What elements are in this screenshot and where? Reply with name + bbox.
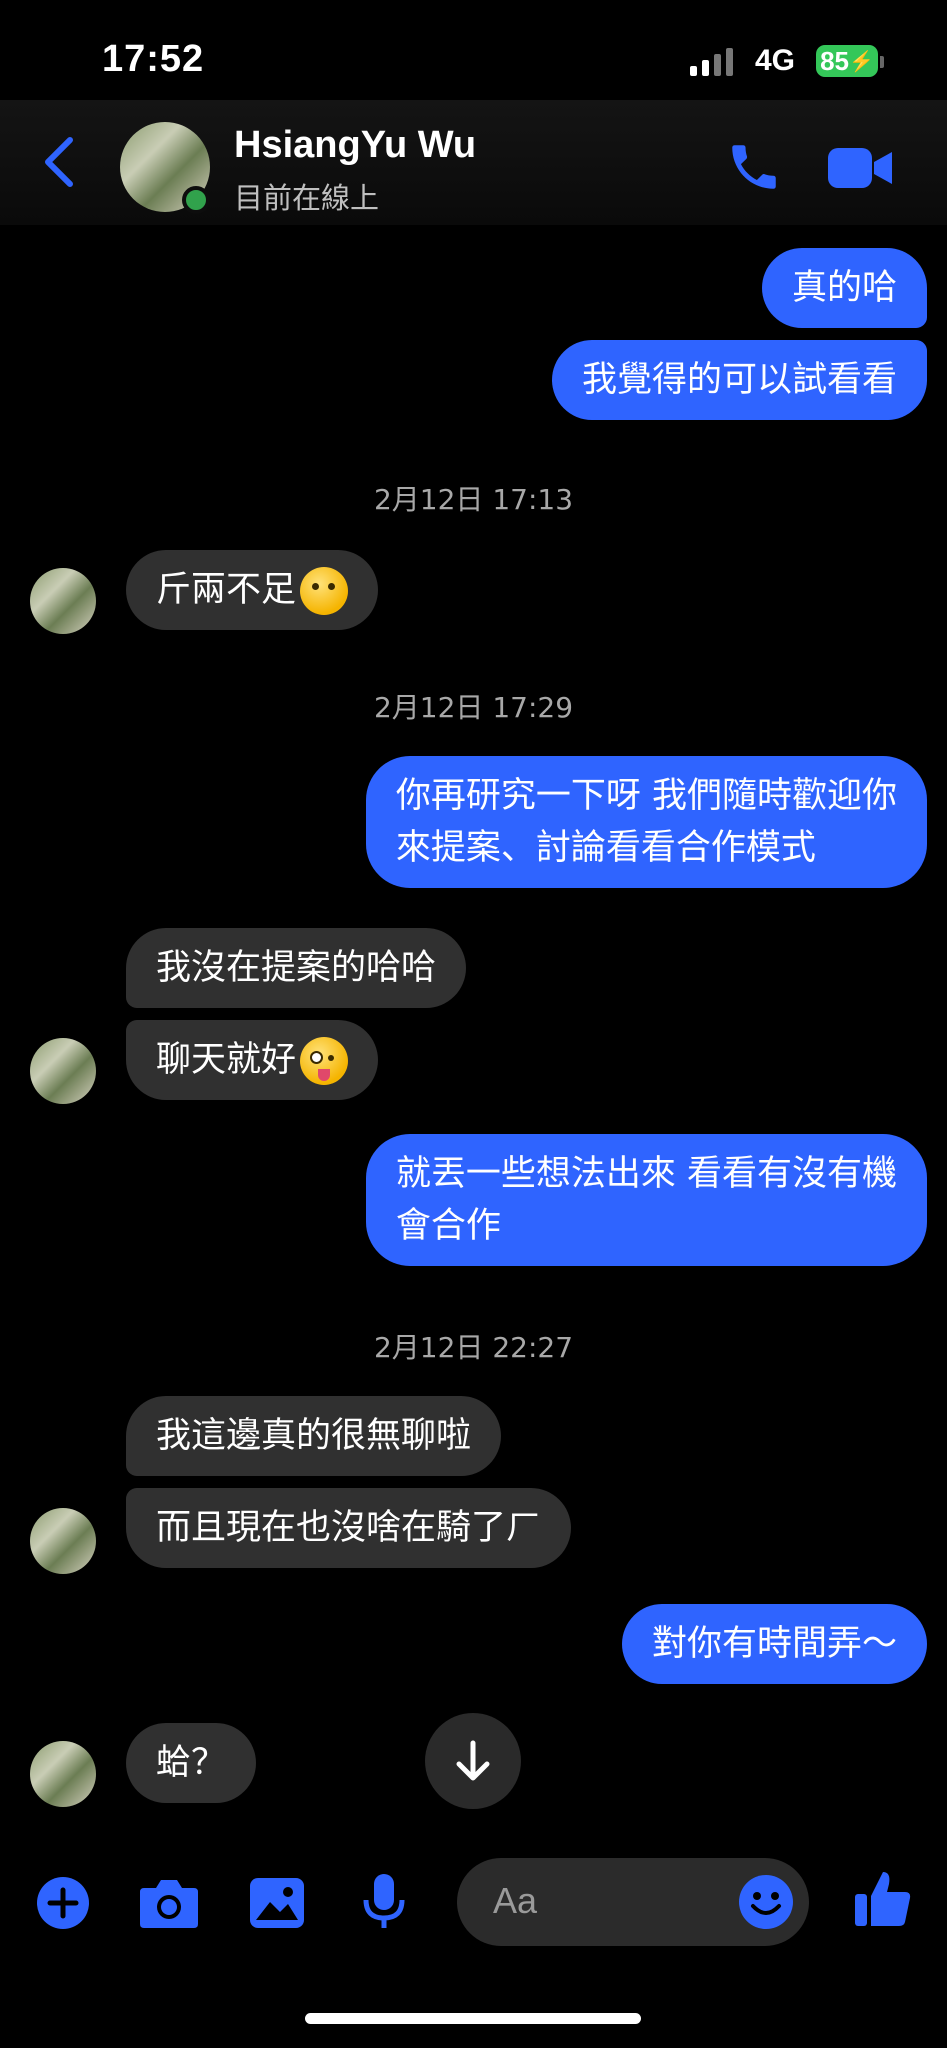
timestamp: 2月12日 22:27 bbox=[373, 1331, 574, 1364]
image-icon[interactable] bbox=[248, 1876, 306, 1934]
message-bubble-outgoing[interactable]: 你再研究一下呀 我們隨時歡迎你 來提案、討論看看合作模式 bbox=[365, 756, 927, 888]
message-text: 斤兩不足 bbox=[156, 570, 297, 610]
online-indicator bbox=[182, 186, 210, 214]
message-bubble-incoming[interactable]: 我沒在提案的哈哈 bbox=[126, 928, 467, 1008]
message-bubble-incoming[interactable]: 聊天就好 bbox=[126, 1020, 379, 1100]
scroll-to-bottom-button[interactable] bbox=[425, 1713, 521, 1809]
message-line: 就丟一些想法出來 看看有沒有機 bbox=[395, 1154, 897, 1194]
message-bubble-outgoing[interactable]: 就丟一些想法出來 看看有沒有機 會合作 bbox=[365, 1134, 927, 1266]
status-time: 17:52 bbox=[102, 38, 205, 80]
microphone-icon[interactable] bbox=[362, 1872, 406, 1936]
video-camera-icon[interactable] bbox=[826, 144, 894, 196]
message-line: 來提案、討論看看合作模式 bbox=[395, 828, 816, 868]
network-label: 4G bbox=[755, 44, 796, 77]
message-bubble-incoming[interactable]: 我這邊真的很無聊啦 bbox=[126, 1396, 502, 1476]
timestamp: 2月12日 17:29 bbox=[373, 691, 574, 724]
message-bubble-outgoing[interactable]: 真的哈 bbox=[761, 248, 927, 328]
melting-face-emoji bbox=[300, 567, 349, 615]
back-chevron-icon[interactable] bbox=[40, 134, 80, 194]
message-bubble-incoming[interactable]: 斤兩不足 bbox=[126, 550, 379, 630]
thumbs-up-icon[interactable] bbox=[853, 1868, 913, 1934]
message-line: 你再研究一下呀 我們隨時歡迎你 bbox=[395, 776, 897, 816]
contact-status: 目前在線上 bbox=[234, 181, 380, 215]
arrow-down-icon bbox=[456, 1740, 490, 1781]
battery-level: 85 bbox=[820, 45, 849, 76]
message-bubble-outgoing[interactable]: 我覺得的可以試看看 bbox=[551, 340, 927, 420]
message-bubble-incoming[interactable]: 而且現在也沒啥在騎了ㄏ bbox=[126, 1488, 572, 1568]
timestamp: 2月12日 17:13 bbox=[373, 483, 574, 516]
message-bubble-incoming[interactable]: 蛤？ bbox=[126, 1723, 257, 1803]
sender-avatar[interactable] bbox=[30, 568, 96, 634]
zany-face-emoji bbox=[300, 1037, 349, 1085]
message-input-placeholder: Aa bbox=[493, 1880, 538, 1921]
battery-icon: 85 ⚡ bbox=[816, 45, 878, 77]
emoji-icon[interactable] bbox=[738, 1874, 794, 1934]
message-bubble-outgoing[interactable]: 對你有時間弄～ bbox=[621, 1604, 927, 1684]
sender-avatar[interactable] bbox=[30, 1038, 96, 1104]
camera-icon[interactable] bbox=[138, 1876, 200, 1934]
plus-icon[interactable] bbox=[36, 1876, 90, 1934]
message-line: 會合作 bbox=[395, 1206, 501, 1246]
battery-cap bbox=[880, 56, 884, 68]
sender-avatar[interactable] bbox=[30, 1741, 96, 1807]
sender-avatar[interactable] bbox=[30, 1508, 96, 1574]
message-text: 聊天就好 bbox=[156, 1040, 297, 1080]
contact-name[interactable]: HsiangYu Wu bbox=[234, 124, 476, 167]
phone-icon[interactable] bbox=[725, 138, 783, 200]
signal-icon bbox=[690, 46, 733, 76]
home-indicator bbox=[305, 2013, 641, 2024]
